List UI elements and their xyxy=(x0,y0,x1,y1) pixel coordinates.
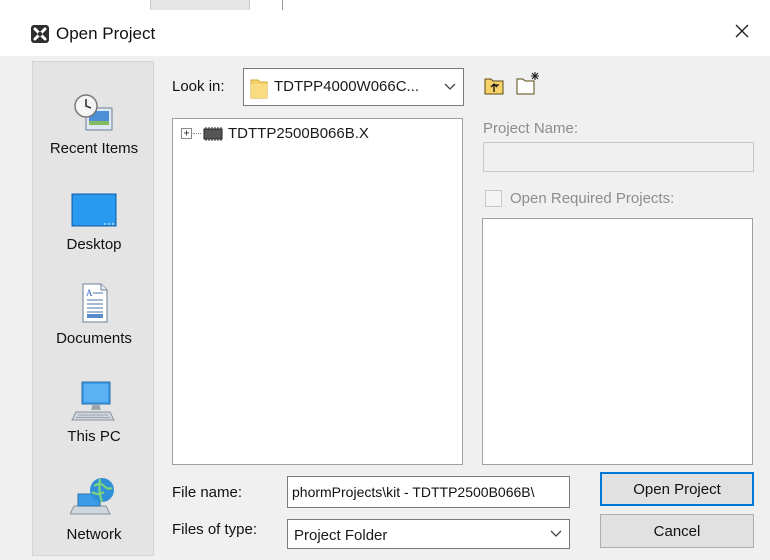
open-project-dialog: Open Project Recent Items Desktop A Docu… xyxy=(0,10,770,560)
cancel-button[interactable]: Cancel xyxy=(600,514,754,548)
look-in-value: TDTPP4000W066C... xyxy=(274,78,420,95)
close-button[interactable] xyxy=(726,18,758,48)
place-network[interactable]: Network xyxy=(33,476,155,543)
look-in-label: Look in: xyxy=(172,78,225,95)
tree-connector xyxy=(193,133,201,134)
chevron-down-icon xyxy=(543,520,569,548)
network-icon xyxy=(69,476,118,522)
project-name-field xyxy=(483,142,754,172)
documents-icon: A xyxy=(70,280,118,326)
place-label: Recent Items xyxy=(49,140,139,157)
places-sidebar: Recent Items Desktop A Documents This PC… xyxy=(32,61,154,556)
netbeans-logo-icon xyxy=(30,24,50,44)
files-of-type-combo[interactable]: Project Folder xyxy=(287,519,570,549)
place-desktop[interactable]: Desktop xyxy=(33,186,155,253)
open-required-projects-checkbox[interactable] xyxy=(485,190,502,207)
chevron-down-icon xyxy=(437,69,463,105)
up-one-level-icon[interactable] xyxy=(484,77,504,99)
svg-text:A: A xyxy=(86,288,93,298)
open-required-projects-label: Open Required Projects: xyxy=(510,190,675,207)
computer-icon xyxy=(70,378,118,424)
chip-project-icon xyxy=(202,126,224,142)
close-icon xyxy=(734,23,750,43)
file-list-panel[interactable]: + TDTTP2500B066B.X xyxy=(172,118,463,465)
place-documents[interactable]: A Documents xyxy=(33,280,155,347)
place-label: Documents xyxy=(56,330,132,347)
new-folder-icon[interactable] xyxy=(516,71,542,99)
file-name-input[interactable]: phormProjects\kit - TDTTP2500B066B\ xyxy=(287,476,570,508)
files-of-type-label: Files of type: xyxy=(172,521,258,538)
dialog-title: Open Project xyxy=(56,24,156,43)
place-label: Desktop xyxy=(66,236,122,253)
file-name-label: File name: xyxy=(172,484,243,501)
open-project-button[interactable]: Open Project xyxy=(600,472,754,506)
recent-items-icon xyxy=(70,90,118,136)
expand-toggle[interactable]: + xyxy=(181,128,192,139)
desktop-icon xyxy=(70,186,118,232)
place-recent-items[interactable]: Recent Items xyxy=(33,90,155,157)
tree-item[interactable]: + TDTTP2500B066B.X xyxy=(181,125,369,142)
project-name-label: Project Name: xyxy=(483,120,579,137)
place-label: Network xyxy=(66,526,122,543)
place-label: This PC xyxy=(67,428,121,445)
folder-icon xyxy=(250,77,268,103)
look-in-combo[interactable]: TDTPP4000W066C... xyxy=(243,68,464,106)
dialog-titlebar: Open Project xyxy=(0,10,770,56)
place-this-pc[interactable]: This PC xyxy=(33,378,155,445)
files-of-type-value: Project Folder xyxy=(294,527,388,544)
tree-item-label: TDTTP2500B066B.X xyxy=(228,125,369,142)
required-projects-list[interactable] xyxy=(482,218,753,465)
